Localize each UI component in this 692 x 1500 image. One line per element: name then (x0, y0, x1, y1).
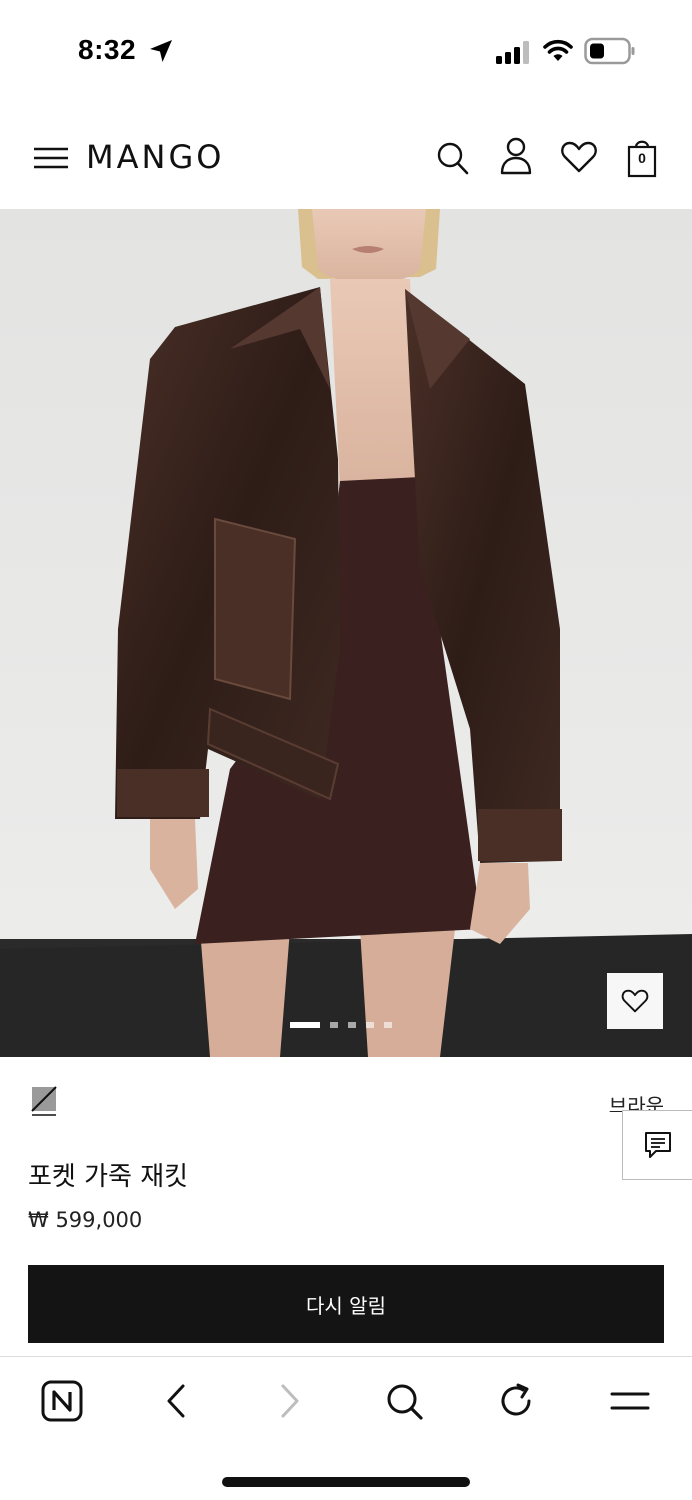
location-arrow-icon (150, 40, 172, 62)
heart-icon[interactable] (560, 138, 598, 176)
back-button[interactable] (152, 1377, 200, 1425)
chat-icon (645, 1132, 671, 1158)
gallery-dot[interactable] (330, 1022, 338, 1028)
add-to-wishlist-button[interactable] (607, 973, 663, 1029)
home-indicator[interactable] (222, 1477, 470, 1487)
product-photo (0, 209, 692, 1057)
product-name: 포켓 가죽 재킷 (28, 1162, 189, 1192)
status-time: 8:32 (78, 34, 137, 65)
browser-toolbar (0, 1356, 692, 1500)
back-icon (167, 1384, 185, 1418)
search-icon (387, 1384, 423, 1420)
gallery-dot[interactable] (366, 1022, 374, 1028)
selected-color-name: 브라운 (608, 1094, 664, 1112)
wifi-icon (543, 39, 573, 61)
chat-button[interactable] (622, 1110, 692, 1180)
gallery-dot[interactable] (348, 1022, 356, 1028)
reload-icon (501, 1383, 531, 1416)
heart-icon (621, 989, 649, 1013)
account-icon[interactable] (498, 136, 534, 176)
gallery-dot[interactable] (384, 1022, 392, 1028)
gallery-dot-active[interactable] (290, 1022, 320, 1028)
color-swatch[interactable] (31, 1086, 57, 1116)
naver-button[interactable] (38, 1377, 86, 1425)
app-header: MANGO 0 (0, 120, 692, 200)
notify-me-button[interactable]: 다시 알림 (28, 1265, 664, 1343)
mango-logo[interactable]: MANGO (86, 138, 224, 176)
browser-search-button[interactable] (380, 1377, 428, 1425)
menu-icon[interactable] (30, 140, 72, 176)
product-price: ₩ 599,000 (28, 1208, 143, 1232)
bag-button[interactable]: 0 (624, 136, 660, 178)
search-icon[interactable] (434, 138, 470, 178)
battery-icon (584, 37, 635, 65)
product-image[interactable] (0, 209, 692, 1057)
forward-icon (281, 1384, 299, 1418)
reload-button[interactable] (492, 1377, 540, 1425)
forward-button[interactable] (266, 1377, 314, 1425)
browser-menu-button[interactable] (606, 1377, 654, 1425)
status-bar: 8:32 (0, 0, 692, 100)
signal-icon (496, 41, 529, 64)
naver-icon (41, 1380, 83, 1422)
bag-count: 0 (638, 150, 646, 166)
gallery-pagination (290, 1021, 392, 1029)
menu-icon (610, 1392, 650, 1410)
